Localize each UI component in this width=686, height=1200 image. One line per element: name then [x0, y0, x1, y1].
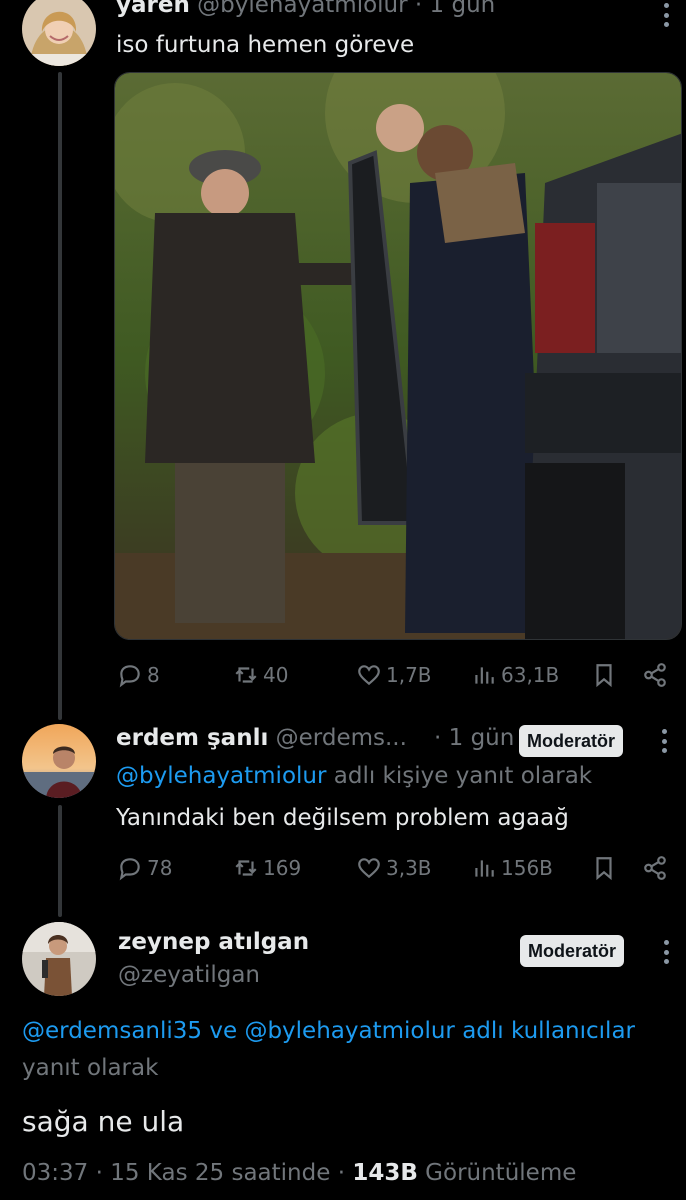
reply-count: 78: [147, 856, 173, 880]
post-image[interactable]: [114, 72, 682, 640]
views-icon: [475, 667, 494, 684]
more-icon[interactable]: [654, 726, 674, 756]
reply-to-link[interactable]: @bylehayatmiolur: [244, 1018, 454, 1044]
like-button[interactable]: 3,3B: [356, 855, 432, 881]
reply-button[interactable]: 78: [117, 855, 172, 881]
author-handle[interactable]: @zeyatilgan: [118, 962, 260, 988]
repost-button[interactable]: 169: [233, 855, 301, 881]
views-label: Görüntüleme: [425, 1160, 577, 1186]
reply-context-and: ve: [209, 1018, 238, 1044]
thread-line: [58, 805, 62, 917]
bookmark-button[interactable]: [591, 662, 617, 692]
views-count[interactable]: 143B: [352, 1160, 418, 1186]
more-icon[interactable]: [656, 937, 676, 967]
author-handle[interactable]: @bylehayatmiolur: [197, 0, 407, 18]
like-icon: [358, 665, 380, 686]
repost-count: 40: [263, 663, 289, 687]
avatar[interactable]: [22, 0, 96, 66]
reply-icon: [119, 665, 140, 688]
thread-line: [58, 72, 62, 720]
post-meta: 03:37 · 15 Kas 25 saatinde · 143B Görünt…: [22, 1160, 576, 1186]
views-count: 156B: [501, 856, 553, 880]
repost-icon: [235, 667, 257, 683]
bookmark-button[interactable]: [591, 855, 617, 885]
share-icon: [644, 663, 666, 687]
author-name[interactable]: erdem şanlı: [116, 725, 268, 751]
like-count: 3,3B: [386, 856, 432, 880]
post-time[interactable]: · 1 gün: [434, 725, 514, 751]
views-count: 63,1B: [501, 663, 560, 687]
like-icon: [358, 858, 380, 879]
moderator-badge: Moderatör: [520, 935, 625, 967]
share-button[interactable]: [642, 662, 668, 692]
views-button[interactable]: 156B: [471, 855, 553, 881]
repost-count: 169: [263, 856, 302, 880]
reply-count: 8: [147, 663, 160, 687]
like-count: 1,7B: [386, 663, 432, 687]
repost-icon: [235, 860, 257, 876]
reply-button[interactable]: 8: [117, 662, 160, 688]
avatar[interactable]: [22, 724, 96, 798]
avatar[interactable]: [22, 922, 96, 996]
share-icon: [644, 856, 666, 880]
thread-view: yaren @bylehayatmiolur · 1 gün iso furtu…: [0, 0, 686, 1200]
moderator-badge: Moderatör: [519, 725, 624, 757]
views-button[interactable]: 63,1B: [471, 662, 559, 688]
author-name[interactable]: zeynep atılgan: [118, 929, 309, 955]
post-time[interactable]: · 1 gün: [415, 0, 495, 18]
meta-separator: ·: [337, 1160, 345, 1186]
reply-context: @bylehayatmiolur adlı kişiye yanıt olara…: [116, 763, 592, 789]
more-icon[interactable]: [656, 0, 676, 30]
post-header: erdem şanlı @erdems...: [116, 725, 407, 751]
post-text: Yanındaki ben değilsem problem agaağ: [116, 805, 569, 831]
post-time[interactable]: 03:37: [22, 1160, 88, 1186]
reply-context-text: adlı kişiye yanıt olarak: [333, 763, 593, 789]
share-button[interactable]: [642, 855, 668, 885]
reply-context-text: yanıt olarak: [22, 1055, 159, 1081]
post-header: yaren @bylehayatmiolur · 1 gün: [116, 0, 495, 18]
post-text: sağa ne ula: [22, 1105, 185, 1138]
reply-to-link[interactable]: @erdemsanli35: [22, 1018, 202, 1044]
meta-separator: ·: [95, 1160, 103, 1186]
reply-icon: [119, 858, 140, 881]
like-button[interactable]: 1,7B: [356, 662, 432, 688]
post-date[interactable]: 15 Kas 25 saatinde: [110, 1160, 330, 1186]
post-text: iso furtuna hemen göreve: [116, 32, 415, 58]
reply-context-text: adlı kullanıcılar: [462, 1018, 635, 1044]
reply-to-link[interactable]: @bylehayatmiolur: [116, 763, 326, 789]
repost-button[interactable]: 40: [233, 662, 288, 688]
bookmark-icon: [596, 664, 612, 688]
views-icon: [475, 860, 494, 877]
author-handle[interactable]: @erdems...: [276, 725, 407, 751]
author-name[interactable]: yaren: [116, 0, 190, 18]
bookmark-icon: [596, 857, 612, 881]
reply-context: @erdemsanli35 ve @bylehayatmiolur adlı k…: [22, 1018, 635, 1044]
